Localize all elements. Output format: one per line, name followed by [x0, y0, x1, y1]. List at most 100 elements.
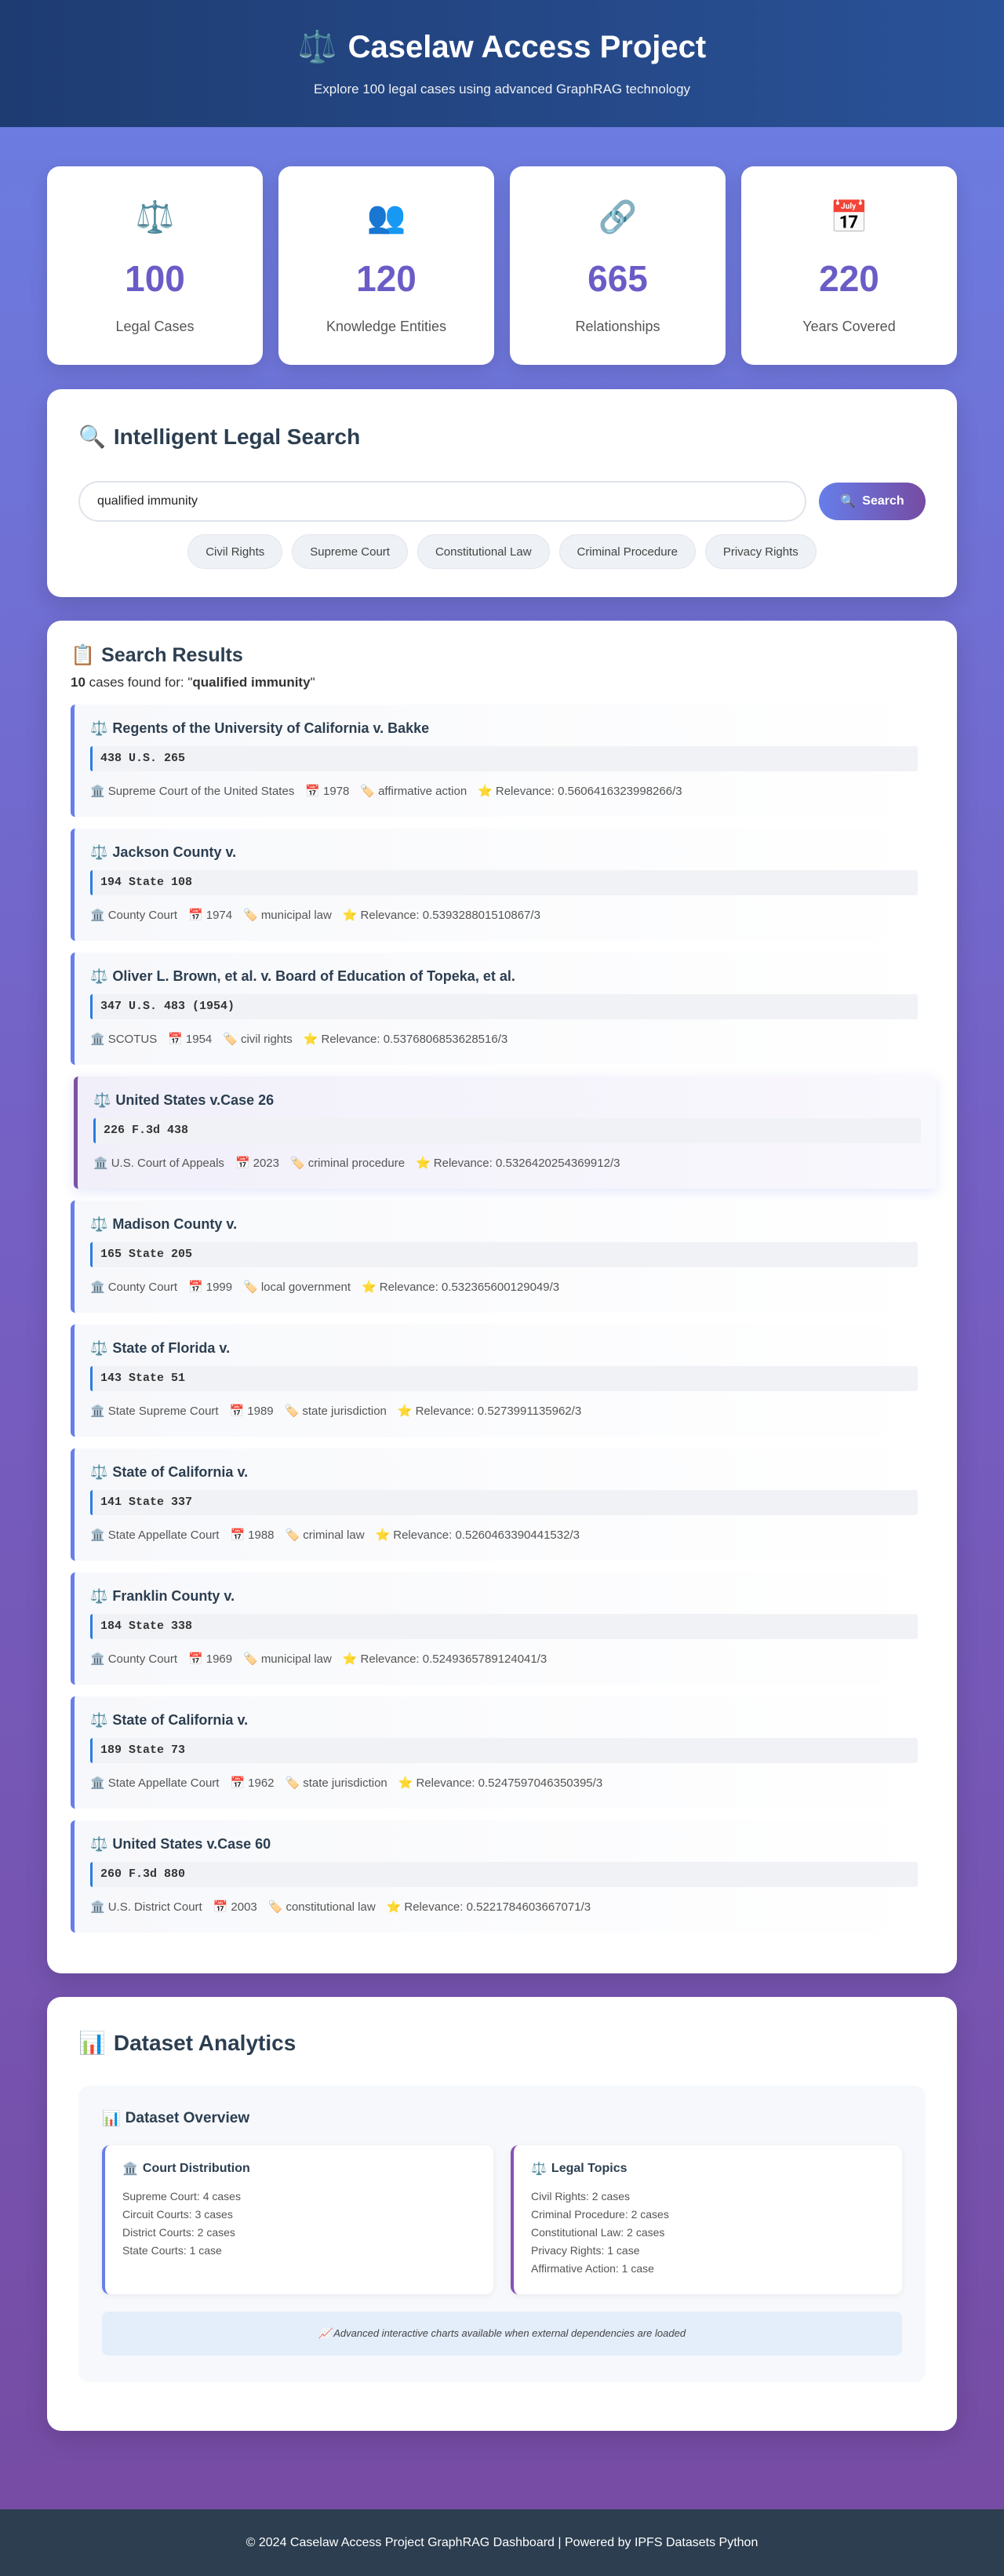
- case-year: 1962: [248, 1776, 275, 1790]
- result-item[interactable]: ⚖️ State of California v. 141 State 337 🏛️ S…: [71, 1448, 933, 1561]
- page-title: ⚖️ Caselaw Access Project: [0, 28, 1004, 66]
- case-year: 1969: [206, 1652, 233, 1666]
- case-meta: 🏛️ State Supreme Court 📅 1989 🏷️ state jurisd…: [90, 1404, 918, 1419]
- tag-icon: 🏷️: [284, 1405, 300, 1418]
- result-title[interactable]: ⚖️ United States v.Case 60: [90, 1836, 918, 1853]
- result-item[interactable]: ⚖️ United States v.Case 26 226 F.3d 438 🏛️ U…: [74, 1077, 937, 1189]
- result-title[interactable]: ⚖️ Franklin County v.: [90, 1588, 918, 1605]
- case-topic: criminal law: [303, 1528, 365, 1542]
- case-relevance: Relevance: 0.532365600129049/3: [379, 1280, 560, 1294]
- case-year: 1978: [323, 784, 350, 798]
- scales-icon: ⚖️: [90, 968, 108, 984]
- analytics-title-text: Dataset Analytics: [113, 2030, 296, 2055]
- case-citation: 141 State 337: [90, 1490, 918, 1515]
- result-list: ⚖️ Regents of the University of Californi…: [71, 705, 937, 1933]
- scales-icon: ⚖️: [90, 844, 108, 860]
- case-relevance: Relevance: 0.5326420254369912/3: [433, 1156, 620, 1170]
- case-court: County Court: [107, 908, 178, 922]
- result-item[interactable]: ⚖️ Regents of the University of Californi…: [71, 705, 933, 817]
- calendar-icon: 📅: [305, 785, 321, 798]
- result-title[interactable]: ⚖️ Oliver L. Brown, et al. v. Board of Ed…: [90, 968, 918, 985]
- page-header: ⚖️ Caselaw Access Project Explore 100 le…: [0, 0, 1004, 127]
- scales-icon: ⚖️: [90, 720, 108, 736]
- case-meta: 🏛️ Supreme Court of the United States 📅 197…: [90, 784, 918, 799]
- calendar-icon: 📅: [829, 200, 869, 235]
- court-meta: 🏛️ County Court: [90, 1652, 177, 1667]
- scales-icon: ⚖️: [90, 1464, 108, 1480]
- relevance-meta: ⭐ Relevance: 0.5376806853628516/3: [303, 1032, 507, 1047]
- case-name: Franklin County v.: [112, 1588, 235, 1604]
- star-icon: ⭐: [416, 1157, 431, 1170]
- topic-meta: 🏷️ municipal law: [243, 908, 332, 923]
- tag-icon: 🏷️: [243, 909, 258, 922]
- result-title[interactable]: ⚖️ State of California v.: [90, 1712, 918, 1729]
- case-name: Madison County v.: [112, 1216, 238, 1232]
- calendar-icon: 📅: [188, 1281, 203, 1294]
- result-item[interactable]: ⚖️ Franklin County v. 184 State 338 🏛️ Count…: [71, 1572, 933, 1685]
- topic-meta: 🏷️ local government: [243, 1280, 351, 1295]
- result-title[interactable]: ⚖️ Regents of the University of Californi…: [90, 720, 918, 737]
- case-topic: state jurisdiction: [303, 1776, 387, 1790]
- search-icon: 🔍: [840, 495, 857, 508]
- case-name: United States v.Case 60: [112, 1836, 271, 1852]
- search-input[interactable]: [78, 481, 806, 522]
- star-icon: ⭐: [303, 1033, 318, 1046]
- case-name: Oliver L. Brown, et al. v. Board of Educ…: [112, 968, 515, 984]
- stat-card-entities: 👥 120 Knowledge Entities: [278, 166, 494, 365]
- year-meta: 📅 2023: [235, 1156, 279, 1171]
- case-year: 2003: [231, 1900, 257, 1914]
- chip-civil-rights[interactable]: Civil Rights: [187, 534, 283, 569]
- search-button-label: Search: [862, 494, 904, 508]
- result-item[interactable]: ⚖️ United States v.Case 60 260 F.3d 880 🏛️ U…: [71, 1820, 933, 1933]
- result-title[interactable]: ⚖️ Madison County v.: [90, 1216, 918, 1233]
- star-icon: ⭐: [375, 1528, 391, 1542]
- results-summary-text: cases found for: ": [85, 675, 193, 690]
- case-topic: local government: [260, 1280, 351, 1294]
- result-title[interactable]: ⚖️ State of California v.: [90, 1464, 918, 1481]
- topic-meta: 🏷️ criminal procedure: [290, 1156, 405, 1171]
- tag-icon: 🏷️: [243, 1652, 258, 1666]
- calendar-icon: 📅: [230, 1528, 246, 1542]
- result-item[interactable]: ⚖️ State of Florida v. 143 State 51 🏛️ State…: [71, 1324, 933, 1437]
- case-meta: 🏛️ State Appellate Court 📅 1988 🏷️ criminal l…: [90, 1528, 918, 1543]
- case-name: State of California v.: [112, 1464, 249, 1480]
- case-court: State Appellate Court: [107, 1528, 220, 1542]
- chip-supreme-court[interactable]: Supreme Court: [292, 534, 408, 569]
- relevance-meta: ⭐ Relevance: 0.5247597046350395/3: [398, 1776, 602, 1791]
- list-item: Criminal Procedure: 2 cases: [531, 2208, 669, 2221]
- chip-criminal-procedure[interactable]: Criminal Procedure: [558, 534, 696, 569]
- chip-constitutional-law[interactable]: Constitutional Law: [417, 534, 550, 569]
- calendar-icon: 📅: [213, 1900, 228, 1914]
- case-court: U.S. District Court: [107, 1900, 202, 1914]
- result-title[interactable]: ⚖️ United States v.Case 26: [93, 1092, 921, 1109]
- case-topic: state jurisdiction: [302, 1404, 387, 1418]
- result-item[interactable]: ⚖️ State of California v. 189 State 73 🏛️ St…: [71, 1696, 933, 1809]
- search-button[interactable]: 🔍 Search: [819, 483, 926, 520]
- calendar-icon: 📅: [168, 1033, 183, 1046]
- case-relevance: Relevance: 0.5273991135962/3: [415, 1404, 582, 1418]
- case-topic: municipal law: [260, 1652, 332, 1666]
- tag-icon: 🏷️: [223, 1033, 238, 1046]
- bar-chart-icon: 📊: [102, 2111, 121, 2127]
- result-item[interactable]: ⚖️ Madison County v. 165 State 205 🏛️ County…: [71, 1201, 933, 1313]
- case-topic: constitutional law: [286, 1900, 376, 1914]
- link-icon: 🔗: [598, 200, 638, 235]
- chip-privacy-rights[interactable]: Privacy Rights: [704, 534, 817, 569]
- result-item[interactable]: ⚖️ Jackson County v. 194 State 108 🏛️ County…: [71, 829, 933, 941]
- result-title[interactable]: ⚖️ State of Florida v.: [90, 1340, 918, 1357]
- courthouse-icon: 🏛️: [122, 2162, 138, 2176]
- case-citation: 194 State 108: [90, 870, 918, 895]
- results-title-text: Search Results: [101, 644, 243, 666]
- list-item: State Courts: 1 case: [122, 2244, 222, 2257]
- result-title[interactable]: ⚖️ Jackson County v.: [90, 844, 918, 861]
- result-item[interactable]: ⚖️ Oliver L. Brown, et al. v. Board of Ed…: [71, 953, 933, 1065]
- case-meta: 🏛️ U.S. Court of Appeals 📅 2023 🏷️ criminal p…: [93, 1156, 921, 1171]
- relevance-meta: ⭐ Relevance: 0.5221784603667071/3: [387, 1900, 591, 1915]
- case-citation: 189 State 73: [90, 1738, 918, 1763]
- stat-value: 220: [819, 258, 879, 299]
- year-meta: 📅 1969: [188, 1652, 233, 1667]
- year-meta: 📅 1988: [230, 1528, 274, 1543]
- stat-label: Years Covered: [802, 319, 896, 334]
- overview-title-text: Dataset Overview: [125, 2110, 250, 2126]
- courthouse-icon: 🏛️: [90, 1652, 105, 1666]
